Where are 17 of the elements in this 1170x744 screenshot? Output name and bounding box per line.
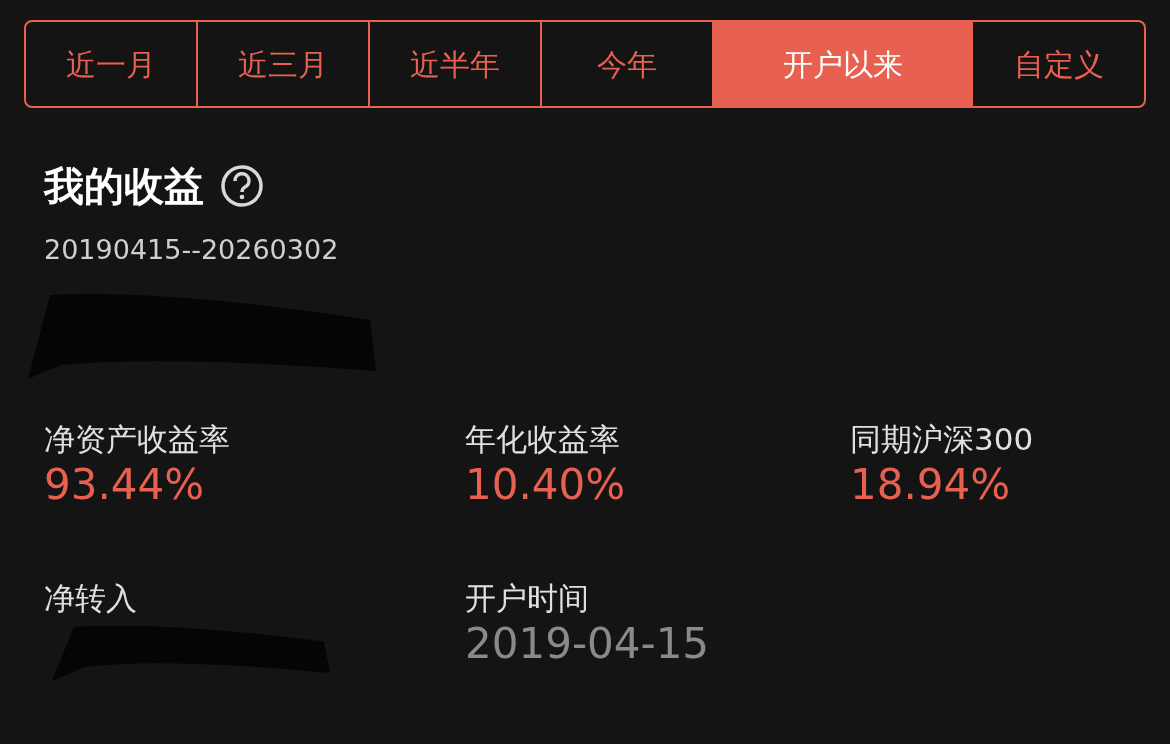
period-tab[interactable]: 自定义 bbox=[973, 22, 1144, 106]
metric-value: 93.44% bbox=[44, 458, 206, 511]
period-tab[interactable]: 近三月 bbox=[198, 22, 370, 106]
metric-value: 10.40% bbox=[465, 458, 627, 511]
metric-label: 开户时间 bbox=[465, 580, 590, 618]
period-tab[interactable]: 开户以来 bbox=[714, 22, 973, 106]
period-tab[interactable]: 近半年 bbox=[370, 22, 542, 106]
help-icon[interactable] bbox=[220, 164, 264, 208]
metric-value: 18.94% bbox=[850, 458, 1012, 511]
metric-label: 同期沪深300 bbox=[850, 420, 1035, 458]
period-tab[interactable]: 近一月 bbox=[26, 22, 198, 106]
date-range: 20190415--20260302 bbox=[44, 234, 339, 265]
metric-label: 年化收益率 bbox=[465, 420, 621, 458]
section-title: 我的收益 bbox=[44, 166, 204, 206]
metric-value: 2019-04-15 bbox=[465, 618, 711, 671]
metric-label: 净转入 bbox=[44, 580, 138, 618]
metric-label: 净资产收益率 bbox=[44, 420, 231, 458]
